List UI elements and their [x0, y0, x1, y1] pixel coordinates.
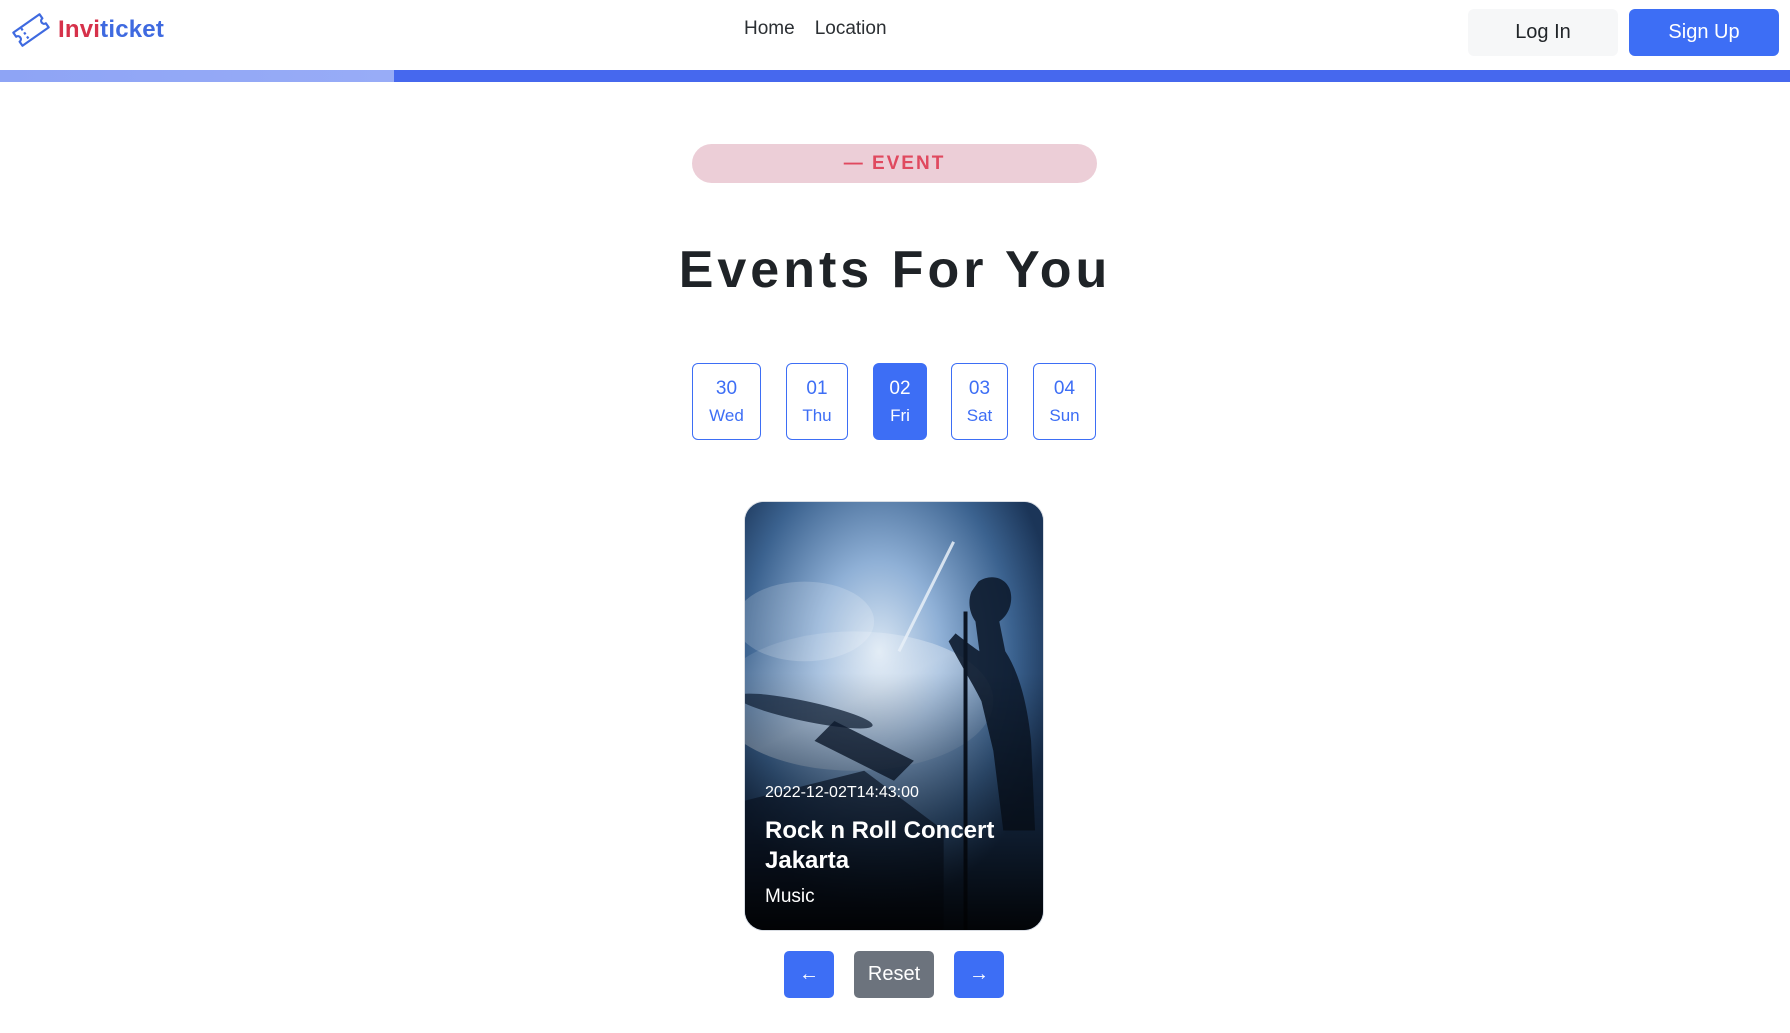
event-datetime: 2022-12-02T14:43:00 — [765, 784, 919, 801]
date-number: 04 — [1053, 377, 1076, 399]
date-selector: 30 Wed 01 Thu 02 Fri 03 Sat 04 Sun — [0, 363, 1790, 441]
prev-button[interactable]: ← — [784, 951, 834, 998]
date-weekday: Sat — [966, 405, 993, 425]
brand-logo[interactable]: Inviticket — [10, 12, 164, 48]
scroll-progress-fill — [0, 70, 394, 82]
event-card[interactable]: 2022-12-02T14:43:00 Rock n Roll Concert … — [744, 501, 1044, 931]
nav-link-home[interactable]: Home — [744, 18, 795, 40]
date-number: 02 — [889, 377, 911, 399]
nav-link-location[interactable]: Location — [815, 18, 887, 40]
date-weekday: Sun — [1049, 405, 1080, 425]
section-title: Events For You — [678, 241, 1112, 299]
navbar: Inviticket Home Location Log In Sign Up — [0, 0, 1790, 70]
ticket-icon — [12, 13, 50, 47]
date-weekday: Fri — [890, 405, 910, 425]
date-chip-30[interactable]: 30 Wed — [692, 363, 761, 440]
event-title: Rock n Roll Concert Jakarta — [765, 817, 995, 874]
main-nav: Home Location — [744, 18, 887, 40]
date-weekday: Wed — [709, 405, 744, 425]
login-button[interactable]: Log In — [1468, 9, 1618, 56]
next-button[interactable]: → — [954, 951, 1004, 998]
brand-name: Inviticket — [58, 16, 164, 44]
date-number: 03 — [968, 377, 991, 399]
event-category: Music — [765, 886, 815, 907]
brand-name-part2: ticket — [100, 16, 165, 43]
section-tag: — EVENT — [692, 144, 1097, 183]
date-weekday: Thu — [802, 405, 832, 425]
date-chip-02[interactable]: 02 Fri — [873, 363, 927, 440]
signup-button[interactable]: Sign Up — [1629, 9, 1779, 56]
date-number: 01 — [806, 377, 828, 399]
scroll-progress-bar — [0, 70, 1790, 82]
reset-button[interactable]: Reset — [854, 951, 934, 998]
date-chip-03[interactable]: 03 Sat — [951, 363, 1008, 440]
date-chip-01[interactable]: 01 Thu — [786, 363, 848, 440]
card-body: 2022-12-02T14:43:00 Rock n Roll Concert … — [765, 784, 1023, 908]
date-number: 30 — [715, 377, 738, 399]
date-chip-04[interactable]: 04 Sun — [1033, 363, 1096, 440]
brand-name-part1: Invi — [58, 16, 101, 43]
